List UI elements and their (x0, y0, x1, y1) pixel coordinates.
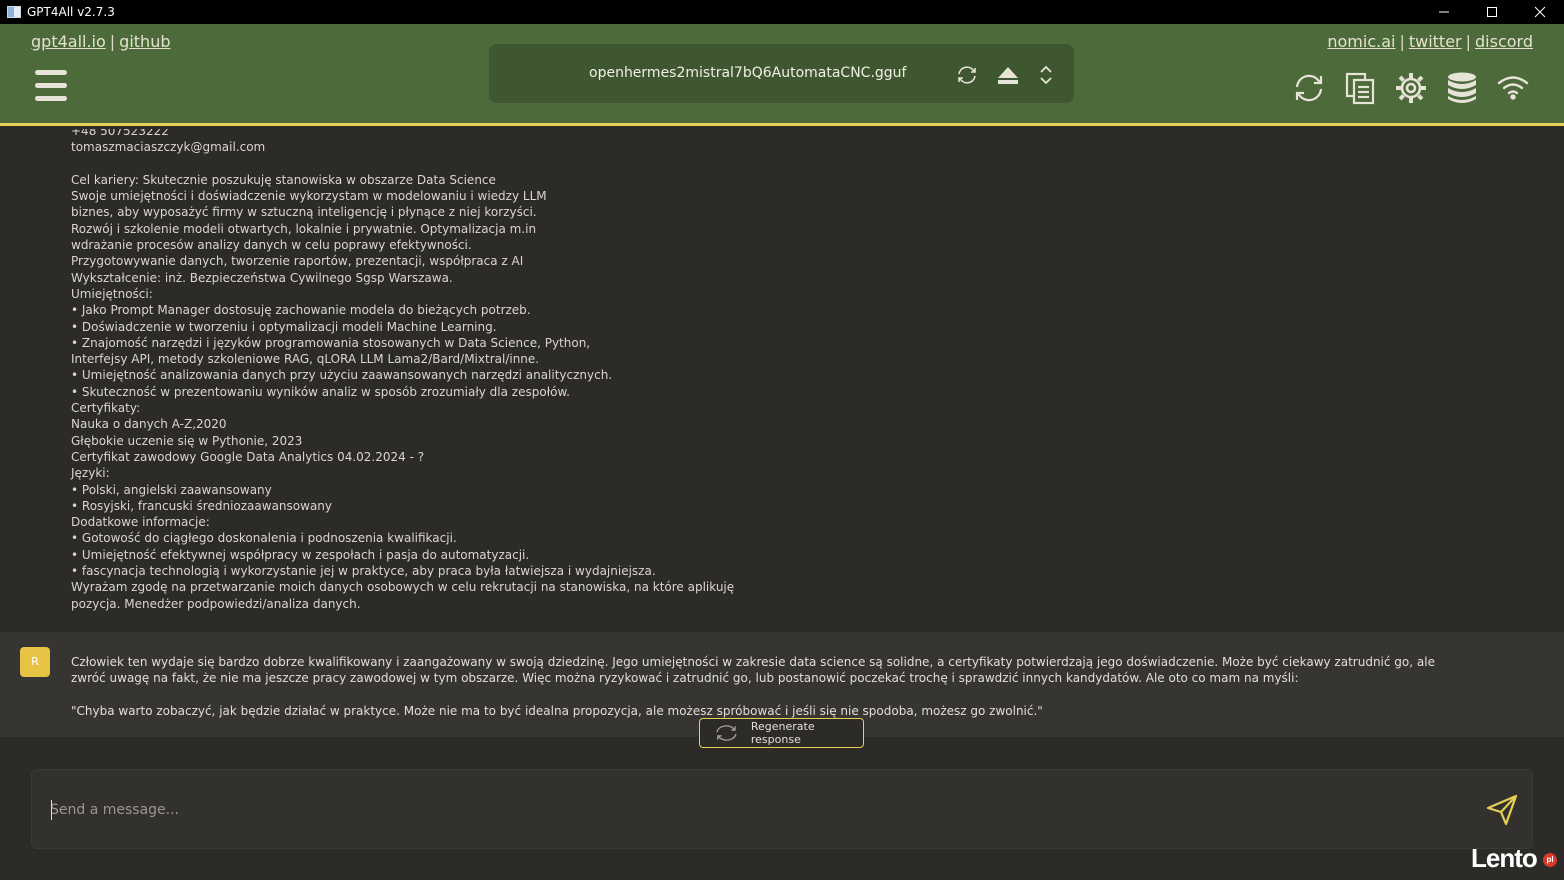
prompt-line: Swoje umiejętności i doświadczenie wykor… (71, 189, 547, 204)
header-links-right: nomic.ai | twitter | discord (1327, 32, 1533, 51)
link-github[interactable]: github (119, 32, 170, 51)
prompt-line: tomaszmaciaszczyk@gmail.com (71, 140, 266, 155)
link-discord[interactable]: discord (1475, 32, 1533, 51)
prompt-line (71, 156, 734, 172)
message-input[interactable] (50, 798, 1430, 822)
link-gpt4all[interactable]: gpt4all.io (31, 32, 106, 51)
prompt-line: Języki: (71, 466, 110, 481)
assistant-avatar: R (20, 647, 50, 677)
watermark-badge: pl (1543, 853, 1557, 868)
response-paragraph (71, 687, 1471, 703)
minimize-icon (1439, 11, 1449, 13)
prompt-line: • Doświadczenie w tworzeniu i optymaliza… (71, 319, 497, 334)
assistant-response-text: Człowiek ten wydaje się bardzo dobrze kw… (71, 654, 1471, 719)
hamburger-icon-bar (35, 96, 67, 101)
hamburger-menu-button[interactable] (35, 70, 67, 104)
new-chat-button[interactable] (1289, 68, 1329, 108)
reload-icon (958, 66, 976, 84)
close-icon (1534, 6, 1546, 18)
app-icon (7, 6, 21, 18)
reload-model-button[interactable] (955, 63, 981, 85)
minimize-button[interactable] (1420, 0, 1468, 24)
user-prompt-message: +48 507523222 tomaszmaciaszczyk@gmail.com… (0, 129, 1564, 632)
send-button[interactable] (1484, 792, 1520, 828)
lento-watermark: Lento pl (1471, 843, 1557, 874)
prompt-line: • Rosyjski, francuski średniozaawansowan… (71, 498, 333, 513)
localdocs-button[interactable] (1442, 68, 1482, 108)
send-icon (1486, 794, 1518, 826)
window-title: GPT4All v2.7.3 (27, 5, 115, 19)
prompt-line: Przygotowywanie danych, tworzenie raport… (71, 254, 524, 269)
hamburger-icon (35, 70, 67, 75)
prompt-line: biznes, aby wyposażyć firmy w sztuczną i… (71, 205, 537, 220)
response-paragraph: "Chyba warto zobaczyć, jak będzie działa… (71, 703, 1043, 718)
response-paragraph: Człowiek ten wydaje się bardzo dobrze kw… (71, 655, 1435, 686)
copy-icon (1345, 72, 1375, 105)
window-controls (1420, 0, 1564, 24)
maximize-icon (1487, 7, 1497, 17)
regenerate-response-button[interactable]: Regenerate response (699, 718, 864, 748)
model-name: openhermes2mistral7bQ6AutomataCNC.gguf (589, 65, 907, 81)
prompt-line: Rozwój i szkolenie modeli otwartych, lok… (71, 221, 537, 236)
eject-icon (998, 67, 1018, 84)
regenerate-label: Regenerate response (750, 720, 815, 746)
window-titlebar: GPT4All v2.7.3 (0, 0, 1564, 24)
header-links-left: gpt4all.io | github (31, 32, 170, 51)
prompt-line: • Umiejętność efektywnej współpracy w ze… (71, 547, 530, 562)
app-header: gpt4all.io | github nomic.ai | twitter | disco… (0, 24, 1564, 126)
close-button[interactable] (1516, 0, 1564, 24)
prompt-line: Umiejętności: (71, 286, 153, 301)
link-separator: | (1465, 32, 1472, 51)
prompt-line: Interfejsy API, metody szkoleniowe RAG, … (71, 352, 540, 367)
link-separator: | (1399, 32, 1405, 51)
prompt-line: • Umiejętność analizowania danych przy u… (71, 368, 613, 383)
settings-button[interactable] (1391, 68, 1431, 108)
link-twitter[interactable]: twitter (1409, 32, 1462, 51)
network-button[interactable] (1493, 68, 1533, 108)
prompt-line: • Znajomość narzędzi i języków programow… (71, 335, 591, 350)
prompt-line: Cel kariery: Skutecznie poszukuję stanow… (71, 172, 496, 187)
gear-icon (1396, 73, 1426, 103)
text-caret (51, 800, 52, 820)
copy-conversation-button[interactable] (1340, 68, 1380, 108)
wifi-icon (1497, 76, 1529, 100)
prompt-line: • Gotowość do ciągłego doskonalenia i po… (71, 531, 457, 546)
prompt-line: • Polski, angielski zaawansowany (71, 482, 272, 497)
message-input-container (31, 769, 1533, 849)
prompt-line: Certyfikaty: (71, 401, 141, 416)
prompt-line: • Skuteczność w prezentowaniu wyników an… (71, 384, 570, 399)
watermark-text: Lento (1471, 843, 1538, 873)
model-dropdown-button[interactable] (1034, 63, 1060, 85)
prompt-line: Wykształcenie: inż. Bezpieczeństwa Cywil… (71, 270, 453, 285)
prompt-line: • Jako Prompt Manager dostosuję zachowan… (71, 303, 531, 318)
link-nomic[interactable]: nomic.ai (1327, 32, 1395, 51)
prompt-line: Dodatkowe informacje: (71, 515, 210, 530)
conversation-view[interactable]: +48 507523222 tomaszmaciaszczyk@gmail.com… (0, 129, 1564, 737)
chevron-up-down-icon (1040, 65, 1052, 85)
prompt-line: wdrażanie procesów analizy danych w celu… (71, 238, 472, 253)
maximize-button[interactable] (1468, 0, 1516, 24)
user-prompt-text: +48 507523222 tomaszmaciaszczyk@gmail.com… (71, 129, 734, 612)
prompt-line: pozycja. Menedżer podpowiedzi/analiza da… (71, 596, 361, 611)
prompt-line: Certyfikat zawodowy Google Data Analytic… (71, 449, 425, 464)
prompt-line: Wyrażam zgodę na przetwarzanie moich dan… (71, 580, 735, 595)
hamburger-icon-bar (35, 83, 67, 88)
prompt-line: +48 507523222 (71, 129, 169, 138)
eject-model-button[interactable] (996, 63, 1022, 85)
refresh-icon (1295, 74, 1323, 102)
prompt-line: Nauka o danych A-Z,2020 (71, 417, 227, 432)
regenerate-icon (716, 725, 737, 741)
prompt-line: Głębokie uczenie się w Pythonie, 2023 (71, 433, 303, 448)
prompt-line: • fascynacja technologią i wykorzystanie… (71, 564, 656, 579)
database-icon (1448, 72, 1476, 103)
link-separator: | (109, 32, 116, 51)
model-selector[interactable]: openhermes2mistral7bQ6AutomataCNC.gguf (489, 44, 1074, 103)
